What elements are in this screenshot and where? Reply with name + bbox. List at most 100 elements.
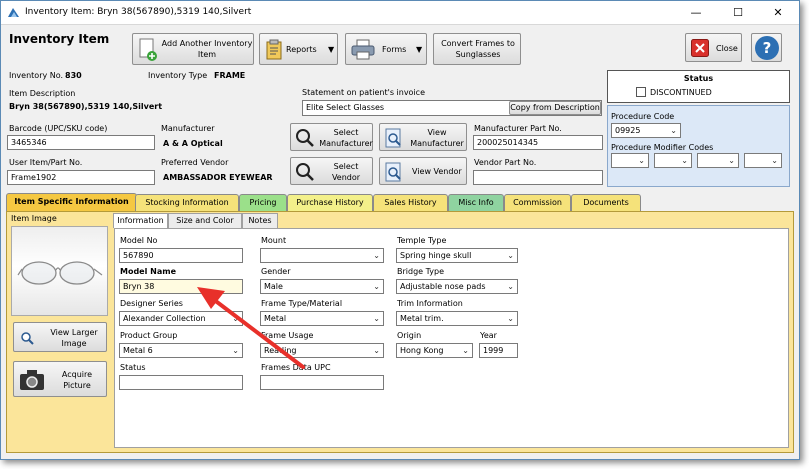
bridge-type-select[interactable]: Adjustable nose pads ⌄ (396, 279, 518, 294)
window-close-button[interactable]: ✕ (763, 1, 793, 25)
vendor-part-input[interactable] (473, 170, 603, 185)
select-manufacturer-label: Select Manufacturer (319, 128, 373, 148)
model-no-label: Model No (120, 236, 158, 245)
tab-commission[interactable]: Commission (504, 194, 571, 211)
discontinued-checkbox[interactable] (636, 87, 646, 97)
select-vendor-button[interactable]: Select Vendor (290, 157, 373, 185)
bridge-type-label: Bridge Type (397, 267, 444, 276)
minimize-button[interactable]: — (681, 1, 711, 25)
tab-size-and-color[interactable]: Size and Color (168, 213, 242, 228)
barcode-input[interactable]: 3465346 (7, 135, 155, 150)
magnifier-icon (21, 332, 34, 345)
chevron-down-icon: ⌄ (373, 346, 380, 355)
barcode-label: Barcode (UPC/SKU code) (9, 124, 108, 133)
annotation-arrow (197, 287, 305, 369)
view-vendor-label: View Vendor (412, 167, 462, 176)
origin-select[interactable]: Hong Kong ⌄ (396, 343, 473, 358)
model-no-input[interactable]: 567890 (119, 248, 243, 263)
mount-select[interactable]: ⌄ (260, 248, 384, 263)
add-another-item-button[interactable]: Add Another Inventory Item (132, 33, 254, 65)
forms-label: Forms (382, 45, 407, 54)
page-title: Inventory Item (9, 32, 110, 46)
procedure-code-label: Procedure Code (611, 112, 675, 121)
tab-notes[interactable]: Notes (242, 213, 278, 228)
add-document-icon (139, 38, 157, 61)
forms-button[interactable]: Forms ▼ (345, 33, 427, 65)
tab-stocking[interactable]: Stocking Information (135, 194, 239, 211)
tab-item-specific[interactable]: Item Specific Information (6, 193, 137, 212)
view-larger-label: View Larger Image (50, 328, 98, 348)
procedure-panel: Procedure Code 09925 ⌄ Procedure Modifier… (607, 105, 790, 187)
status-field-input[interactable] (119, 375, 243, 390)
maximize-button[interactable]: ☐ (723, 1, 753, 25)
chevron-down-icon: ⌄ (728, 156, 735, 165)
inventory-no-label: Inventory No. (9, 71, 64, 80)
item-image-label: Item Image (11, 214, 57, 223)
temple-type-select[interactable]: Spring hinge skull ⌄ (396, 248, 518, 263)
clipboard-icon (266, 39, 282, 60)
item-description-label: Item Description (9, 89, 76, 98)
status-title: Status (683, 74, 714, 83)
tab-misc-info[interactable]: Misc Info (448, 194, 504, 211)
tab-information[interactable]: Information (113, 213, 168, 228)
statement-label: Statement on patient's invoice (302, 88, 425, 97)
tab-documents[interactable]: Documents (571, 194, 641, 211)
tab-pricing[interactable]: Pricing (239, 194, 287, 211)
manufacturer-part-input[interactable]: 200025014345 (473, 135, 603, 150)
chevron-down-icon: ▼ (416, 45, 423, 54)
product-group-value: Metal 6 (123, 346, 153, 355)
view-document-icon (385, 128, 401, 148)
user-item-input[interactable]: Frame1902 (7, 170, 155, 185)
manufacturer-part-label: Manufacturer Part No. (474, 124, 562, 133)
chevron-down-icon: ⌄ (373, 251, 380, 260)
frames-data-upc-input[interactable] (260, 375, 384, 390)
chevron-down-icon: ⌄ (638, 156, 645, 165)
status-field-label: Status (120, 363, 146, 372)
chevron-down-icon: ⌄ (507, 314, 514, 323)
close-button[interactable]: Close (685, 33, 742, 62)
help-icon: ? (755, 36, 779, 60)
modifier-select-3[interactable]: ⌄ (697, 153, 739, 168)
designer-series-label: Designer Series (120, 299, 183, 308)
help-button[interactable]: ? (751, 33, 782, 62)
tab-sales-history[interactable]: Sales History (373, 194, 448, 211)
view-larger-image-button[interactable]: View Larger Image (13, 322, 107, 352)
view-manufacturer-label: View Manufacturer (410, 128, 464, 148)
temple-type-value: Spring hinge skull (400, 251, 472, 260)
modifier-select-1[interactable]: ⌄ (611, 153, 649, 168)
magnifier-icon (296, 163, 314, 181)
year-input[interactable]: 1999 (479, 343, 518, 358)
preferred-vendor-label: Preferred Vendor (161, 158, 229, 167)
inventory-type-label: Inventory Type (148, 71, 208, 80)
manufacturer-value: A & A Optical (163, 139, 223, 148)
vendor-part-label: Vendor Part No. (474, 158, 537, 167)
trim-information-select[interactable]: Metal trim. ⌄ (396, 311, 518, 326)
inventory-type-value: FRAME (214, 71, 246, 80)
view-manufacturer-button[interactable]: View Manufacturer (379, 123, 467, 151)
modifier-select-2[interactable]: ⌄ (654, 153, 692, 168)
chevron-down-icon: ⌄ (670, 126, 677, 135)
tab-purchase-history[interactable]: Purchase History (287, 194, 373, 211)
reports-button[interactable]: Reports ▼ (259, 33, 338, 65)
printer-icon (351, 39, 375, 60)
select-manufacturer-button[interactable]: Select Manufacturer (290, 123, 373, 151)
chevron-down-icon: ▼ (328, 45, 335, 54)
procedure-code-value: 09925 (615, 126, 641, 135)
procedure-modifier-label: Procedure Modifier Codes (611, 143, 714, 152)
view-vendor-button[interactable]: View Vendor (379, 157, 467, 185)
chevron-down-icon: ⌄ (771, 156, 778, 165)
camera-icon (20, 370, 44, 390)
chevron-down-icon: ⌄ (462, 346, 469, 355)
close-label: Close (716, 44, 738, 53)
mount-label: Mount (261, 236, 287, 245)
copy-from-description-button[interactable]: Copy from Description (509, 101, 601, 115)
acquire-picture-button[interactable]: Acquire Picture (13, 361, 107, 397)
chevron-down-icon: ⌄ (373, 282, 380, 291)
procedure-code-select[interactable]: 09925 ⌄ (611, 123, 681, 138)
chevron-down-icon: ⌄ (507, 251, 514, 260)
gender-label: Gender (261, 267, 291, 276)
modifier-select-4[interactable]: ⌄ (744, 153, 782, 168)
eyeglasses-image (17, 261, 103, 285)
convert-to-sunglasses-button[interactable]: Convert Frames to Sunglasses (433, 33, 521, 65)
inventory-item-window: Inventory Item: Bryn 38(567890),5319 140… (0, 0, 800, 460)
